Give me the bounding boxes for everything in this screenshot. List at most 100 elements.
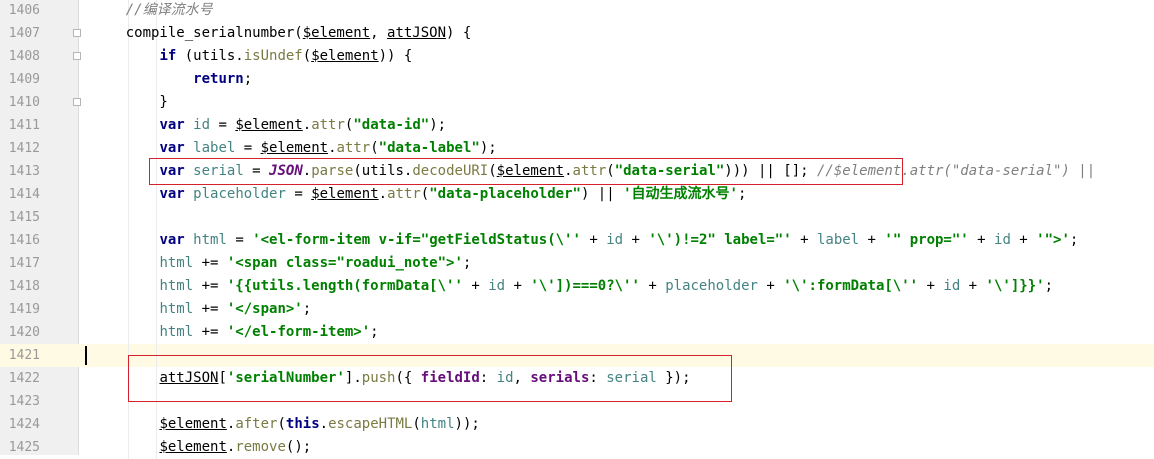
code-line[interactable]: 1412 var label = $element.attr("data-lab…	[0, 137, 1154, 160]
code-token: ;	[462, 255, 472, 271]
line-number: 1423	[8, 394, 40, 409]
code-line[interactable]: 1420 html += '</el-form-item>';	[0, 321, 1154, 344]
code-token: var	[159, 140, 185, 156]
line-number: 1406	[8, 3, 40, 18]
code-token: attr	[311, 117, 345, 133]
code-token: $element	[302, 25, 371, 41]
code-text: return;	[92, 68, 252, 91]
code-text: if (utils.isUndef($element)) {	[92, 45, 412, 68]
code-token: $element	[311, 186, 379, 202]
code-token: compile_serialnumber(	[92, 25, 303, 41]
code-token: +	[757, 278, 784, 294]
code-token: //编译流水号	[125, 2, 213, 18]
code-token: }	[92, 94, 168, 110]
code-token: html	[159, 278, 194, 294]
highlight-box-push-line	[128, 355, 732, 402]
code-text: $element.remove();	[92, 436, 311, 459]
code-token: $element	[260, 140, 329, 156]
line-number: 1419	[8, 302, 40, 317]
code-token: ;	[737, 186, 747, 202]
code-token: .	[378, 186, 388, 202]
fold-marker-icon[interactable]	[73, 52, 81, 60]
code-token: isUndef	[243, 48, 303, 64]
code-text: html += '</el-form-item>';	[92, 321, 379, 344]
code-token: '" prop="'	[884, 232, 969, 248]
code-line[interactable]: 1414 var placeholder = $element.attr("da…	[0, 183, 1154, 206]
line-number: 1421	[8, 348, 40, 363]
code-line[interactable]: 1407 compile_serialnumber($element, attJ…	[0, 22, 1154, 45]
code-token: ) {	[446, 25, 472, 41]
code-token: attJSON	[387, 25, 447, 41]
code-token: '\')!=2" label="'	[648, 232, 792, 248]
code-line[interactable]: 1419 html += '</span>';	[0, 298, 1154, 321]
code-text: html += '</span>';	[92, 298, 311, 321]
code-token: '">'	[1036, 232, 1070, 248]
code-token: +	[623, 232, 649, 248]
code-token: label	[816, 232, 860, 248]
code-token: label	[193, 140, 236, 156]
code-line[interactable]: 1425 $element.remove();	[0, 436, 1154, 459]
line-number: 1420	[8, 325, 40, 340]
code-token: +	[859, 232, 885, 248]
code-line[interactable]: 1410 }	[0, 91, 1154, 114]
line-number: 1418	[8, 279, 40, 294]
code-token: $element	[159, 439, 227, 455]
code-token: html	[420, 416, 455, 432]
line-number: 1412	[8, 141, 40, 156]
code-token: return	[193, 71, 244, 87]
line-number: 1413	[8, 164, 40, 179]
code-text: html += '{{utils.length(formData[\'' + i…	[92, 275, 1053, 298]
line-number: 1422	[8, 371, 40, 386]
code-line[interactable]: 1409 return;	[0, 68, 1154, 91]
code-token: ) ||	[580, 186, 624, 202]
highlight-box-serial-line	[149, 158, 903, 185]
code-token: +=	[193, 324, 227, 340]
line-number: 1411	[8, 118, 40, 133]
code-line[interactable]: 1408 if (utils.isUndef($element)) {	[0, 45, 1154, 68]
fold-marker-icon[interactable]	[73, 29, 81, 37]
code-token: +=	[193, 301, 227, 317]
code-token: var	[159, 232, 185, 248]
code-token: html	[193, 232, 227, 248]
code-token: '\':formData[\''	[783, 278, 919, 294]
code-line[interactable]: 1415	[0, 206, 1154, 229]
code-token: placeholder	[665, 278, 758, 294]
code-token: .	[319, 416, 329, 432]
code-token: id	[488, 278, 506, 294]
code-line[interactable]: 1406 //编译流水号	[0, 0, 1154, 22]
code-token: ;	[302, 301, 312, 317]
code-text: html += '<span class="roadui_note">';	[92, 252, 471, 275]
code-token: =	[235, 140, 261, 156]
indent-guide	[156, 206, 157, 229]
code-token: '{{utils.length(formData[\''	[226, 278, 463, 294]
code-token: +=	[193, 255, 227, 271]
line-number: 1416	[8, 233, 40, 248]
code-token: (utils.	[176, 48, 244, 64]
fold-marker-icon[interactable]	[73, 98, 81, 106]
code-line[interactable]: 1424 $element.after(this.escapeHTML(html…	[0, 413, 1154, 436]
code-token: +	[462, 278, 489, 294]
code-line[interactable]: 1417 html += '<span class="roadui_note">…	[0, 252, 1154, 275]
code-line[interactable]: 1418 html += '{{utils.length(formData[\'…	[0, 275, 1154, 298]
code-token: +=	[193, 278, 227, 294]
code-text: //编译流水号	[92, 0, 213, 22]
code-text: var label = $element.attr("data-label");	[92, 137, 496, 160]
code-token: (	[277, 416, 286, 432]
code-line[interactable]: 1416 var html = '<el-form-item v-if="get…	[0, 229, 1154, 252]
code-token: html	[159, 324, 194, 340]
code-text: var html = '<el-form-item v-if="getField…	[92, 229, 1078, 252]
code-token: ,	[370, 25, 388, 41]
code-token: this	[285, 416, 320, 432]
code-line[interactable]: 1411 var id = $element.attr("data-id");	[0, 114, 1154, 137]
code-token: +	[791, 232, 817, 248]
code-token: ;	[370, 324, 379, 340]
code-token: id	[994, 232, 1011, 248]
code-token: =	[226, 232, 253, 248]
